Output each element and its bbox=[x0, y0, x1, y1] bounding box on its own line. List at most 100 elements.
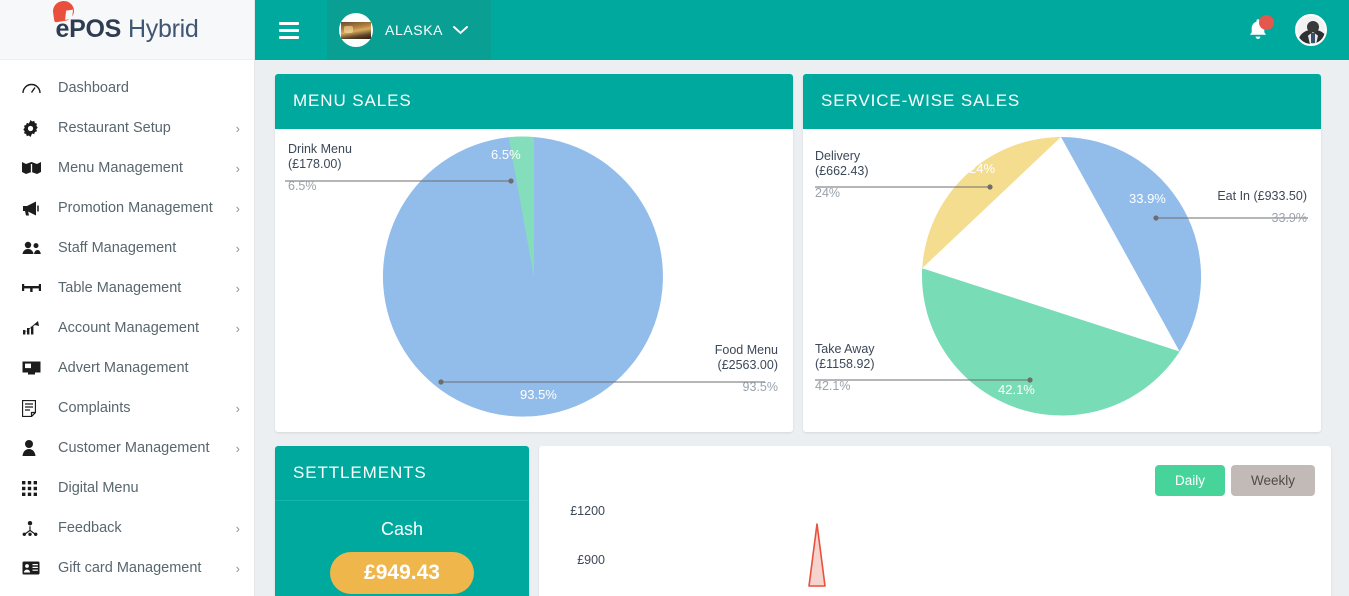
sidebar-item-label: Restaurant Setup bbox=[58, 120, 171, 136]
callout-name: Food Menu bbox=[714, 343, 778, 357]
sidebar-nav: Dashboard Restaurant Setup › Menu Manage… bbox=[0, 60, 254, 588]
chart-growth-icon bbox=[22, 319, 48, 337]
org-switcher[interactable]: ALASKA bbox=[327, 0, 491, 60]
callout-name: Delivery bbox=[815, 149, 861, 163]
chevron-right-icon: › bbox=[235, 320, 240, 336]
chevron-right-icon: › bbox=[235, 560, 240, 576]
settlements-card: SETTLEMENTS Cash £949.43 bbox=[275, 446, 529, 596]
chevron-right-icon: › bbox=[235, 280, 240, 296]
service-wise-sales-title: SERVICE-WISE SALES bbox=[803, 74, 1321, 129]
pie-inner-label-take-away: 42.1% bbox=[998, 382, 1035, 397]
callout-value: (£662.43) bbox=[815, 164, 869, 178]
callout-value: (£1158.92) bbox=[815, 357, 875, 371]
settlement-amount-badge: £949.43 bbox=[330, 552, 474, 594]
callout-percent: 6.5% bbox=[288, 179, 317, 193]
sales-trend-chart-svg bbox=[808, 523, 826, 587]
settlement-method-label: Cash bbox=[380, 519, 424, 539]
megaphone-icon bbox=[22, 199, 48, 217]
menu-sales-card: MENU SALES Drink Menu (£178.00) 6.5% 6.5… bbox=[275, 74, 793, 432]
brand-name-bold: ePOS bbox=[55, 15, 122, 43]
callout-food-menu: Food Menu (£2563.00) 93.5% bbox=[715, 343, 778, 395]
gear-icon bbox=[22, 119, 48, 137]
user-icon bbox=[22, 439, 48, 457]
people-icon bbox=[22, 239, 48, 257]
sidebar-item-table-management[interactable]: Table Management › bbox=[0, 268, 254, 308]
callout-name: Take Away bbox=[815, 342, 875, 356]
pie-inner-label-eat-in: 33.9% bbox=[1129, 191, 1166, 206]
service-wise-pie-svg bbox=[815, 136, 1308, 416]
chevron-right-icon: › bbox=[235, 120, 240, 136]
sidebar-item-gift-card-management[interactable]: Gift card Management › bbox=[0, 548, 254, 588]
callout-percent: 93.5% bbox=[742, 380, 778, 394]
sidebar-item-account-management[interactable]: Account Management › bbox=[0, 308, 254, 348]
avatar[interactable] bbox=[1295, 14, 1327, 46]
header-actions bbox=[1247, 14, 1349, 46]
top-header: ALASKA bbox=[255, 0, 1349, 60]
sidebar-item-label: Staff Management bbox=[58, 240, 177, 256]
y-axis-tick-1200: £1200 bbox=[570, 504, 605, 518]
sidebar-item-label: Account Management bbox=[58, 320, 200, 336]
sidebar-item-customer-management[interactable]: Customer Management › bbox=[0, 428, 254, 468]
callout-percent: 33.9% bbox=[1271, 211, 1307, 225]
callout-delivery: Delivery (£662.43) 24% bbox=[815, 149, 869, 201]
monitor-icon bbox=[22, 359, 48, 377]
table-icon bbox=[22, 279, 48, 297]
service-wise-sales-card: SERVICE-WISE SALES Delivery (£662.43) 24… bbox=[803, 74, 1321, 432]
callout-percent: 42.1% bbox=[815, 379, 851, 393]
callout-take-away: Take Away (£1158.92) 42.1% bbox=[815, 342, 875, 394]
callout-name: Eat In (£933.50) bbox=[1217, 189, 1307, 203]
chevron-down-icon bbox=[453, 23, 469, 38]
pie-slice-delivery bbox=[922, 137, 1061, 269]
callout-percent: 24% bbox=[815, 186, 841, 200]
sidebar-item-label: Dashboard bbox=[58, 80, 129, 96]
feedback-icon bbox=[22, 519, 48, 537]
chevron-right-icon: › bbox=[235, 160, 240, 176]
area-series-daily-sales bbox=[808, 523, 826, 587]
sidebar-item-label: Feedback bbox=[58, 520, 122, 536]
menu-sales-pie: Drink Menu (£178.00) 6.5% 6.5% Food Menu… bbox=[275, 129, 793, 432]
sidebar-item-dashboard[interactable]: Dashboard bbox=[0, 68, 254, 108]
dashboard-page: ePOS Hybrid Dashboard Restaurant Setup › bbox=[0, 0, 1349, 596]
dashboard-icon bbox=[22, 79, 48, 97]
sidebar-item-digital-menu[interactable]: Digital Menu bbox=[0, 468, 254, 508]
pie-inner-label-delivery: 24% bbox=[969, 161, 996, 176]
bell-icon[interactable] bbox=[1247, 15, 1274, 42]
bottom-row: SETTLEMENTS Cash £949.43 Daily Weekly £1… bbox=[275, 446, 1333, 596]
main-content: MENU SALES Drink Menu (£178.00) 6.5% 6.5… bbox=[255, 60, 1349, 596]
pie-slice-take-away bbox=[922, 268, 1180, 416]
sidebar-item-label: Advert Management bbox=[58, 360, 189, 376]
sidebar-item-staff-management[interactable]: Staff Management › bbox=[0, 228, 254, 268]
callout-value: (£2563.00) bbox=[717, 358, 778, 372]
hamburger-icon[interactable] bbox=[265, 0, 313, 60]
sidebar-item-complaints[interactable]: Complaints › bbox=[0, 388, 254, 428]
sidebar-item-label: Digital Menu bbox=[58, 480, 139, 496]
callout-value: (£178.00) bbox=[288, 157, 342, 171]
sidebar-item-advert-management[interactable]: Advert Management bbox=[0, 348, 254, 388]
callout-drink-menu: Drink Menu (£178.00) 6.5% bbox=[288, 142, 352, 194]
chevron-right-icon: › bbox=[235, 440, 240, 456]
sidebar-item-feedback[interactable]: Feedback › bbox=[0, 508, 254, 548]
callout-eat-in: Eat In (£933.50) 33.9% bbox=[1217, 189, 1307, 226]
gift-card-icon bbox=[22, 559, 48, 577]
settlements-title: SETTLEMENTS bbox=[275, 446, 529, 501]
menu-book-icon bbox=[22, 159, 48, 177]
sidebar-item-menu-management[interactable]: Menu Management › bbox=[0, 148, 254, 188]
sidebar-item-label: Gift card Management bbox=[58, 560, 202, 576]
sidebar-item-label: Menu Management bbox=[58, 160, 183, 176]
menu-sales-title: MENU SALES bbox=[275, 74, 793, 129]
grid-dots-icon bbox=[22, 479, 48, 497]
callout-name: Drink Menu bbox=[288, 142, 352, 156]
pie-inner-label-drink-menu: 6.5% bbox=[491, 147, 521, 162]
chevron-right-icon: › bbox=[235, 200, 240, 216]
pie-charts-row: MENU SALES Drink Menu (£178.00) 6.5% 6.5… bbox=[275, 74, 1333, 432]
sidebar-item-promotion-management[interactable]: Promotion Management › bbox=[0, 188, 254, 228]
y-axis-tick-900: £900 bbox=[577, 553, 605, 567]
brand-logo[interactable]: ePOS Hybrid bbox=[0, 0, 254, 60]
pie-inner-label-food-menu: 93.5% bbox=[520, 387, 557, 402]
chevron-right-icon: › bbox=[235, 400, 240, 416]
sidebar: ePOS Hybrid Dashboard Restaurant Setup › bbox=[0, 0, 255, 596]
brand-name-light: Hybrid bbox=[128, 15, 199, 43]
settlements-body: Cash £949.43 bbox=[275, 501, 529, 596]
sidebar-item-restaurant-setup[interactable]: Restaurant Setup › bbox=[0, 108, 254, 148]
sidebar-item-label: Table Management bbox=[58, 280, 182, 296]
